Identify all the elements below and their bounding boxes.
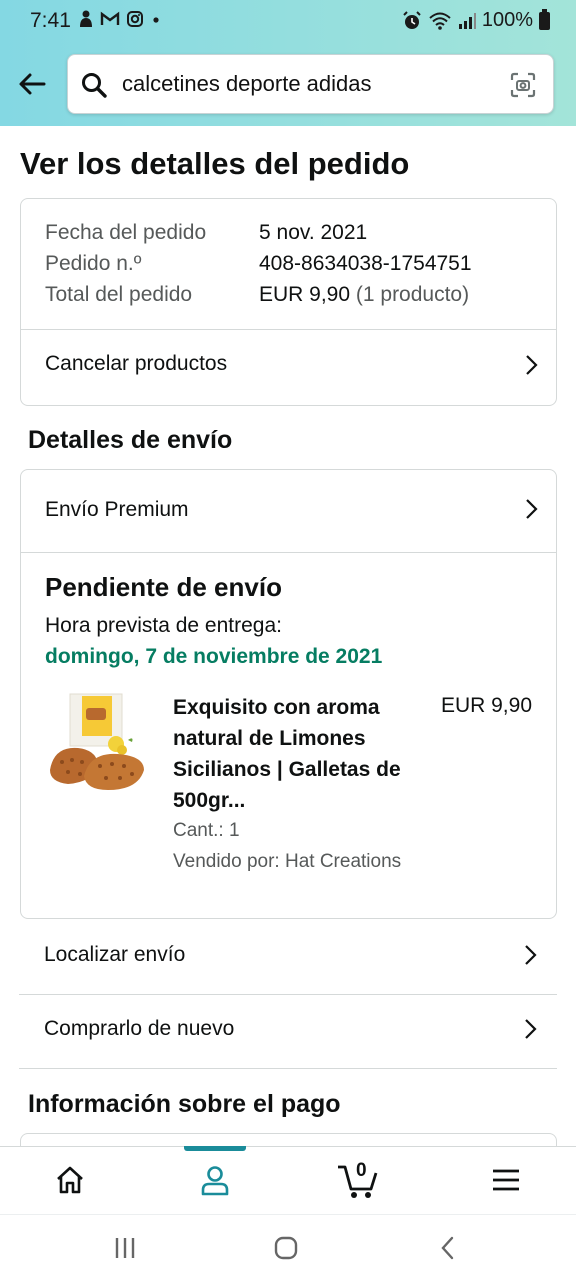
order-total-label: Total del pedido — [45, 283, 193, 306]
shipping-method-label: Envío Premium — [45, 498, 189, 521]
cart-button[interactable]: 0 — [336, 1159, 380, 1201]
search-input[interactable]: calcetines deporte adidas — [122, 71, 372, 97]
divider — [19, 1068, 557, 1069]
gmail-icon — [100, 11, 120, 25]
instagram-icon — [127, 11, 143, 27]
home-icon[interactable] — [53, 1163, 87, 1197]
order-summary-card: Fecha del pedido 5 nov. 2021 Pedido n.º … — [20, 198, 557, 406]
divider — [21, 552, 556, 553]
cancel-products-row[interactable]: Cancelar productos — [21, 330, 556, 405]
order-date-value: 5 nov. 2021 — [259, 221, 368, 244]
buy-again-label: Comprarlo de nuevo — [44, 1017, 235, 1040]
product-title-link[interactable]: Exquisito con aroma natural de Limones S… — [173, 692, 413, 816]
camera-scan-icon[interactable] — [509, 71, 537, 99]
alarm-icon — [403, 10, 421, 29]
bottom-nav: 0 — [0, 1146, 576, 1214]
nav-active-indicator — [184, 1146, 246, 1151]
order-date-label: Fecha del pedido — [45, 221, 207, 244]
product-seller: Vendido por: Hat Creations — [173, 851, 402, 872]
order-number-value: 408-8634038-1754751 — [259, 252, 472, 275]
wifi-icon — [429, 12, 451, 30]
menu-icon[interactable] — [489, 1163, 523, 1197]
order-total-value: EUR 9,90 (1 producto) — [259, 283, 469, 307]
person-notification-icon — [80, 10, 92, 27]
notification-icons — [78, 10, 162, 28]
shipment-status-title: Pendiente de envío — [45, 572, 282, 602]
account-icon[interactable] — [198, 1163, 232, 1197]
battery-icon — [539, 8, 550, 30]
status-bar: 7:41 100% — [0, 0, 576, 44]
chevron-right-icon — [526, 499, 538, 519]
battery-percent: 100% — [481, 9, 533, 31]
product-quantity: Cant.: 1 — [173, 820, 240, 841]
system-nav-bar — [0, 1214, 576, 1280]
more-notifications-dot-icon — [153, 17, 159, 23]
back-arrow-icon[interactable] — [16, 68, 48, 100]
buy-again-row[interactable]: Comprarlo de nuevo — [19, 995, 557, 1067]
page-title: Ver los detalles del pedido — [20, 146, 410, 181]
search-bar[interactable]: calcetines deporte adidas — [67, 54, 554, 114]
home-button-icon[interactable] — [273, 1235, 299, 1261]
shipping-method-row[interactable]: Envío Premium — [21, 470, 556, 552]
order-number-label: Pedido n.º — [45, 252, 142, 275]
chevron-right-icon — [525, 945, 537, 965]
status-time: 7:41 — [30, 9, 71, 32]
chevron-right-icon — [525, 1019, 537, 1039]
shipping-section-title: Detalles de envío — [28, 426, 233, 454]
eta-label: Hora prevista de entrega: — [45, 614, 282, 637]
cancel-products-label: Cancelar productos — [45, 352, 228, 375]
cart-count-badge: 0 — [356, 1160, 367, 1181]
product-price: EUR 9,90 — [440, 694, 532, 717]
app-header: 7:41 100% calcetines deporte adidas — [0, 0, 576, 126]
recent-apps-icon[interactable] — [112, 1235, 138, 1261]
payment-section-title: Información sobre el pago — [28, 1090, 341, 1118]
search-icon — [82, 73, 107, 98]
eta-date: domingo, 7 de noviembre de 2021 — [45, 645, 383, 668]
track-shipment-label: Localizar envío — [44, 943, 186, 966]
status-right: 100% — [402, 8, 550, 32]
order-total-amount: EUR 9,90 — [259, 283, 351, 306]
product-image[interactable] — [44, 690, 150, 800]
signal-icon — [458, 12, 476, 29]
back-button-icon[interactable] — [435, 1235, 461, 1261]
order-total-count: (1 producto) — [350, 283, 470, 306]
track-shipment-row[interactable]: Localizar envío — [19, 920, 557, 994]
chevron-right-icon — [526, 355, 538, 375]
